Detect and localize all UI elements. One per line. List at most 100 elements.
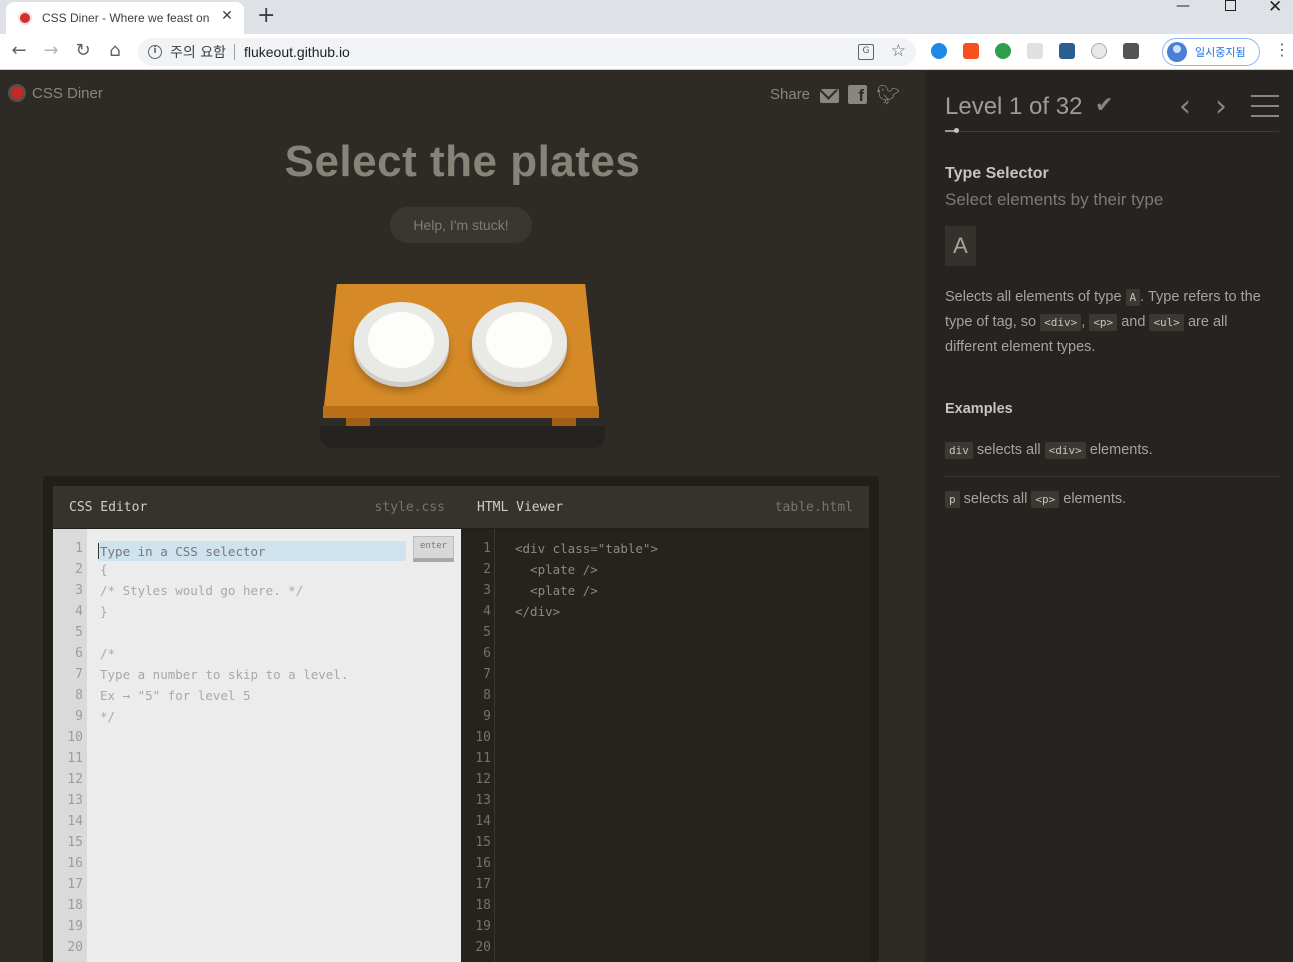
photo-extension-icon[interactable] <box>1059 43 1075 59</box>
new-tab-icon[interactable]: + <box>257 3 275 28</box>
timer-extension-icon[interactable] <box>1091 43 1107 59</box>
plate[interactable] <box>472 302 567 382</box>
plate[interactable] <box>354 302 449 382</box>
page: CSS Diner Share f 🐦︎ Select the plates H… <box>0 71 1293 962</box>
html-viewer: 1 2 3 4 5 6 7 8 9 10 11 12 13 14 15 16 17 18 19 20 <div cla… <box>461 529 869 962</box>
hint-text: and <box>1117 314 1150 330</box>
forward-arrow-icon[interactable]: → <box>40 40 62 61</box>
code-line: </div> <box>515 604 561 619</box>
logo[interactable]: CSS Diner <box>8 84 103 102</box>
example-text: selects all <box>959 491 1032 507</box>
share-bar: Share f 🐦︎ <box>770 85 905 105</box>
order-title: Select the plates <box>284 137 641 186</box>
code-line: /* Styles would go here. */ <box>100 583 304 598</box>
next-level-icon[interactable]: › <box>1215 89 1227 124</box>
line-number: 10 <box>475 730 491 745</box>
download-extension-icon[interactable] <box>931 43 947 59</box>
share-label: Share <box>770 86 811 103</box>
line-number: 11 <box>67 751 83 766</box>
css-editor-header: CSS Editor style.css <box>53 486 461 528</box>
code-line: } <box>100 604 108 619</box>
line-number: 12 <box>67 772 83 787</box>
css-file-name: style.css <box>374 499 445 515</box>
line-number: 9 <box>75 709 83 724</box>
security-label: 주의 요함 <box>170 45 226 61</box>
browser-tab[interactable]: CSS Diner - Where we feast on ✕ <box>6 2 244 34</box>
logo-text: CSS Diner <box>32 84 103 102</box>
example-code: p <box>945 491 960 508</box>
line-number: 1 <box>75 541 83 556</box>
info-extension-icon[interactable] <box>1123 43 1139 59</box>
example-tag: <div> <box>1044 442 1086 459</box>
html-file-name: table.html <box>774 499 853 515</box>
hint-tag: <div> <box>1040 314 1082 331</box>
window-minimize-icon[interactable]: — <box>1176 0 1190 14</box>
profile-button[interactable]: 일시중지됨 <box>1162 38 1260 66</box>
hint-tag: <ul> <box>1149 314 1184 331</box>
code-line: <plate /> <box>515 562 598 577</box>
previous-level-icon[interactable]: ‹ <box>1179 89 1191 124</box>
selector-input-line[interactable] <box>98 541 406 561</box>
line-number: 15 <box>67 835 83 850</box>
example-code: div <box>945 442 973 459</box>
address-bar[interactable]: i 주의 요함 flukeout.github.io G ☆ <box>138 38 916 66</box>
window-close-icon[interactable]: ✕ <box>1268 0 1282 17</box>
line-number: 2 <box>483 562 491 577</box>
twitter-icon[interactable]: 🐦︎ <box>876 85 900 104</box>
text-cursor <box>98 543 99 559</box>
code-line: */ <box>100 709 116 724</box>
browser-menu-icon[interactable]: ⋮ <box>1274 40 1290 59</box>
line-number: 20 <box>67 940 83 955</box>
css-line-gutter: 1 2 3 4 5 6 7 8 9 10 11 12 13 14 15 16 17 18 19 20 <box>53 529 87 962</box>
line-number: 16 <box>475 856 491 871</box>
html-line-gutter: 1 2 3 4 5 6 7 8 9 10 11 12 13 14 15 16 17 18 19 20 <box>461 529 495 962</box>
logo-icon <box>8 84 26 102</box>
line-number: 5 <box>75 625 83 640</box>
line-number: 5 <box>483 625 491 640</box>
hint-text: Selects all elements of type <box>945 289 1126 305</box>
line-number: 13 <box>475 793 491 808</box>
enter-button[interactable]: enter <box>413 536 454 562</box>
line-number: 19 <box>475 919 491 934</box>
examples-title: Examples <box>945 401 1013 417</box>
example-text: elements. <box>1059 491 1127 507</box>
line-number: 6 <box>75 646 83 661</box>
ex-extension-icon[interactable] <box>963 43 979 59</box>
facebook-icon[interactable]: f <box>848 85 868 105</box>
reload-icon[interactable]: ↻ <box>72 40 94 61</box>
back-arrow-icon[interactable]: ← <box>8 40 30 61</box>
code-line: <div class="table"> <box>515 541 658 556</box>
dining-table <box>300 276 620 461</box>
line-number: 11 <box>475 751 491 766</box>
css-editor-title: CSS Editor <box>69 499 148 515</box>
line-number: 9 <box>483 709 491 724</box>
evernote-extension-icon[interactable] <box>995 43 1011 59</box>
profile-label: 일시중지됨 <box>1195 46 1246 59</box>
info-icon[interactable]: i <box>148 45 162 59</box>
selector-hint: Selects all elements of type A. Type ref… <box>945 285 1275 359</box>
level-indicator: Level 1 of 32 <box>945 93 1083 120</box>
examples-divider <box>945 476 1280 477</box>
game-area: CSS Diner Share f 🐦︎ Select the plates H… <box>0 71 925 962</box>
line-number: 19 <box>67 919 83 934</box>
browser-toolbar: ← → ↻ ⌂ i 주의 요함 flukeout.github.io G ☆ 일… <box>0 34 1293 70</box>
home-icon[interactable]: ⌂ <box>104 40 126 61</box>
line-number: 1 <box>483 541 491 556</box>
line-number: 7 <box>483 667 491 682</box>
menu-icon[interactable] <box>1251 95 1279 117</box>
example-text: selects all <box>972 442 1045 458</box>
selector-input[interactable] <box>98 541 406 561</box>
tab-favicon-icon <box>20 13 30 23</box>
url-text[interactable]: flukeout.github.io <box>244 44 350 60</box>
sidebar: Level 1 of 32 ✔ ‹ › Type Selector Select… <box>925 71 1293 962</box>
tab-close-icon[interactable]: ✕ <box>218 8 236 24</box>
grid-extension-icon[interactable] <box>1027 43 1043 59</box>
line-number: 13 <box>67 793 83 808</box>
window-maximize-icon[interactable] <box>1225 0 1236 11</box>
translate-icon[interactable]: G <box>858 44 874 60</box>
code-line: Ex → "5" for level 5 <box>100 688 251 703</box>
mail-icon[interactable] <box>820 88 840 103</box>
bookmark-star-icon[interactable]: ☆ <box>891 41 906 61</box>
help-button[interactable]: Help, I'm stuck! <box>390 207 532 243</box>
code-line: { <box>100 562 108 577</box>
